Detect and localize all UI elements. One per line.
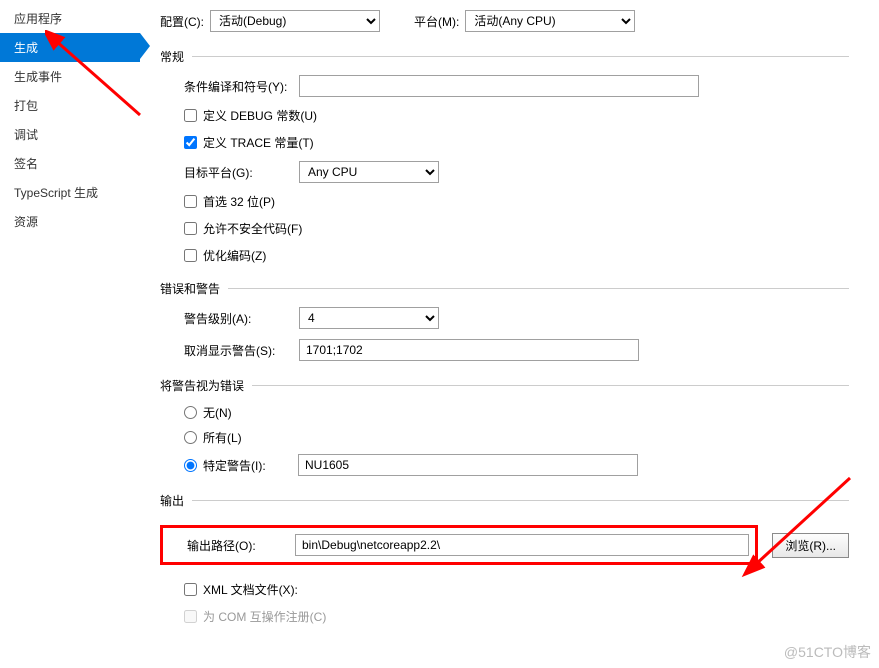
treat-specific-radio[interactable]	[184, 459, 197, 472]
sidebar-item-debug[interactable]: 调试	[0, 120, 140, 149]
sidebar-item-sign[interactable]: 签名	[0, 149, 140, 178]
section-warnings: 错误和警告	[160, 280, 220, 297]
section-treat-warnings: 将警告视为错误	[160, 377, 244, 394]
sidebar-item-build-events[interactable]: 生成事件	[0, 62, 140, 91]
watermark: @51CTO博客	[784, 642, 871, 662]
define-trace-label: 定义 TRACE 常量(T)	[203, 134, 314, 151]
treat-all-label: 所有(L)	[203, 429, 242, 446]
treat-none-radio[interactable]	[184, 406, 197, 419]
optimize-label: 优化编码(Z)	[203, 247, 266, 264]
treat-all-radio[interactable]	[184, 431, 197, 444]
suppress-warnings-label: 取消显示警告(S):	[184, 342, 299, 359]
target-platform-label: 目标平台(G):	[184, 164, 299, 181]
target-platform-select[interactable]: Any CPU	[299, 161, 439, 183]
divider	[228, 288, 849, 289]
config-select[interactable]: 活动(Debug)	[210, 10, 380, 32]
sidebar-item-typescript[interactable]: TypeScript 生成	[0, 178, 140, 207]
symbols-input[interactable]	[299, 75, 699, 97]
treat-specific-label: 特定警告(I):	[203, 457, 298, 474]
sidebar-item-app[interactable]: 应用程序	[0, 4, 140, 33]
sidebar: 应用程序 生成 生成事件 打包 调试 签名 TypeScript 生成 资源	[0, 0, 140, 668]
output-path-label: 输出路径(O):	[187, 537, 295, 554]
sidebar-item-build[interactable]: 生成	[0, 33, 140, 62]
platform-select[interactable]: 活动(Any CPU)	[465, 10, 635, 32]
output-path-input[interactable]	[295, 534, 749, 556]
output-path-highlight: 输出路径(O):	[160, 525, 758, 565]
suppress-warnings-input[interactable]	[299, 339, 639, 361]
xml-doc-label: XML 文档文件(X):	[203, 581, 298, 598]
unsafe-checkbox[interactable]	[184, 222, 197, 235]
define-trace-checkbox[interactable]	[184, 136, 197, 149]
sidebar-item-resources[interactable]: 资源	[0, 207, 140, 236]
unsafe-label: 允许不安全代码(F)	[203, 220, 302, 237]
divider	[252, 385, 849, 386]
define-debug-label: 定义 DEBUG 常数(U)	[203, 107, 317, 124]
browse-button[interactable]: 浏览(R)...	[772, 533, 849, 558]
platform-label: 平台(M):	[414, 13, 459, 30]
warning-level-label: 警告级别(A):	[184, 310, 299, 327]
define-debug-checkbox[interactable]	[184, 109, 197, 122]
divider	[192, 500, 849, 501]
warning-level-select[interactable]: 4	[299, 307, 439, 329]
sidebar-item-package[interactable]: 打包	[0, 91, 140, 120]
section-general: 常规	[160, 48, 184, 65]
main-panel: 配置(C): 活动(Debug) 平台(M): 活动(Any CPU) 常规 条…	[140, 0, 879, 668]
config-label: 配置(C):	[160, 13, 204, 30]
prefer32-checkbox[interactable]	[184, 195, 197, 208]
treat-specific-input[interactable]	[298, 454, 638, 476]
divider	[192, 56, 849, 57]
optimize-checkbox[interactable]	[184, 249, 197, 262]
com-register-checkbox	[184, 610, 197, 623]
com-register-label: 为 COM 互操作注册(C)	[203, 608, 326, 625]
symbols-label: 条件编译和符号(Y):	[184, 78, 299, 95]
prefer32-label: 首选 32 位(P)	[203, 193, 275, 210]
section-output: 输出	[160, 492, 184, 509]
treat-none-label: 无(N)	[203, 404, 232, 421]
xml-doc-checkbox[interactable]	[184, 583, 197, 596]
